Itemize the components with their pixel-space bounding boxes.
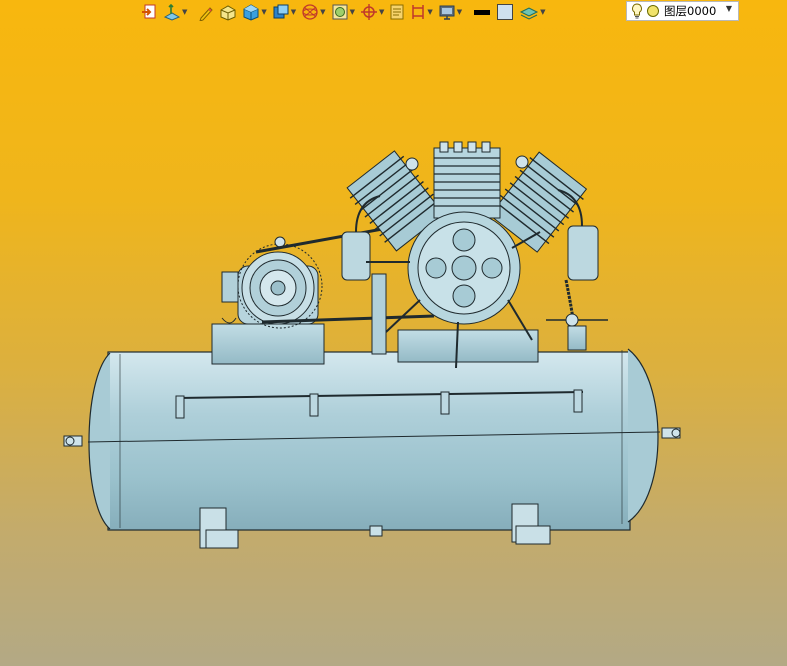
mounting-bases	[211, 323, 587, 365]
electric-motor	[221, 236, 323, 329]
air-compressor-model	[63, 141, 681, 549]
receiver-tank	[63, 348, 681, 549]
3d-viewport[interactable]	[0, 24, 787, 666]
